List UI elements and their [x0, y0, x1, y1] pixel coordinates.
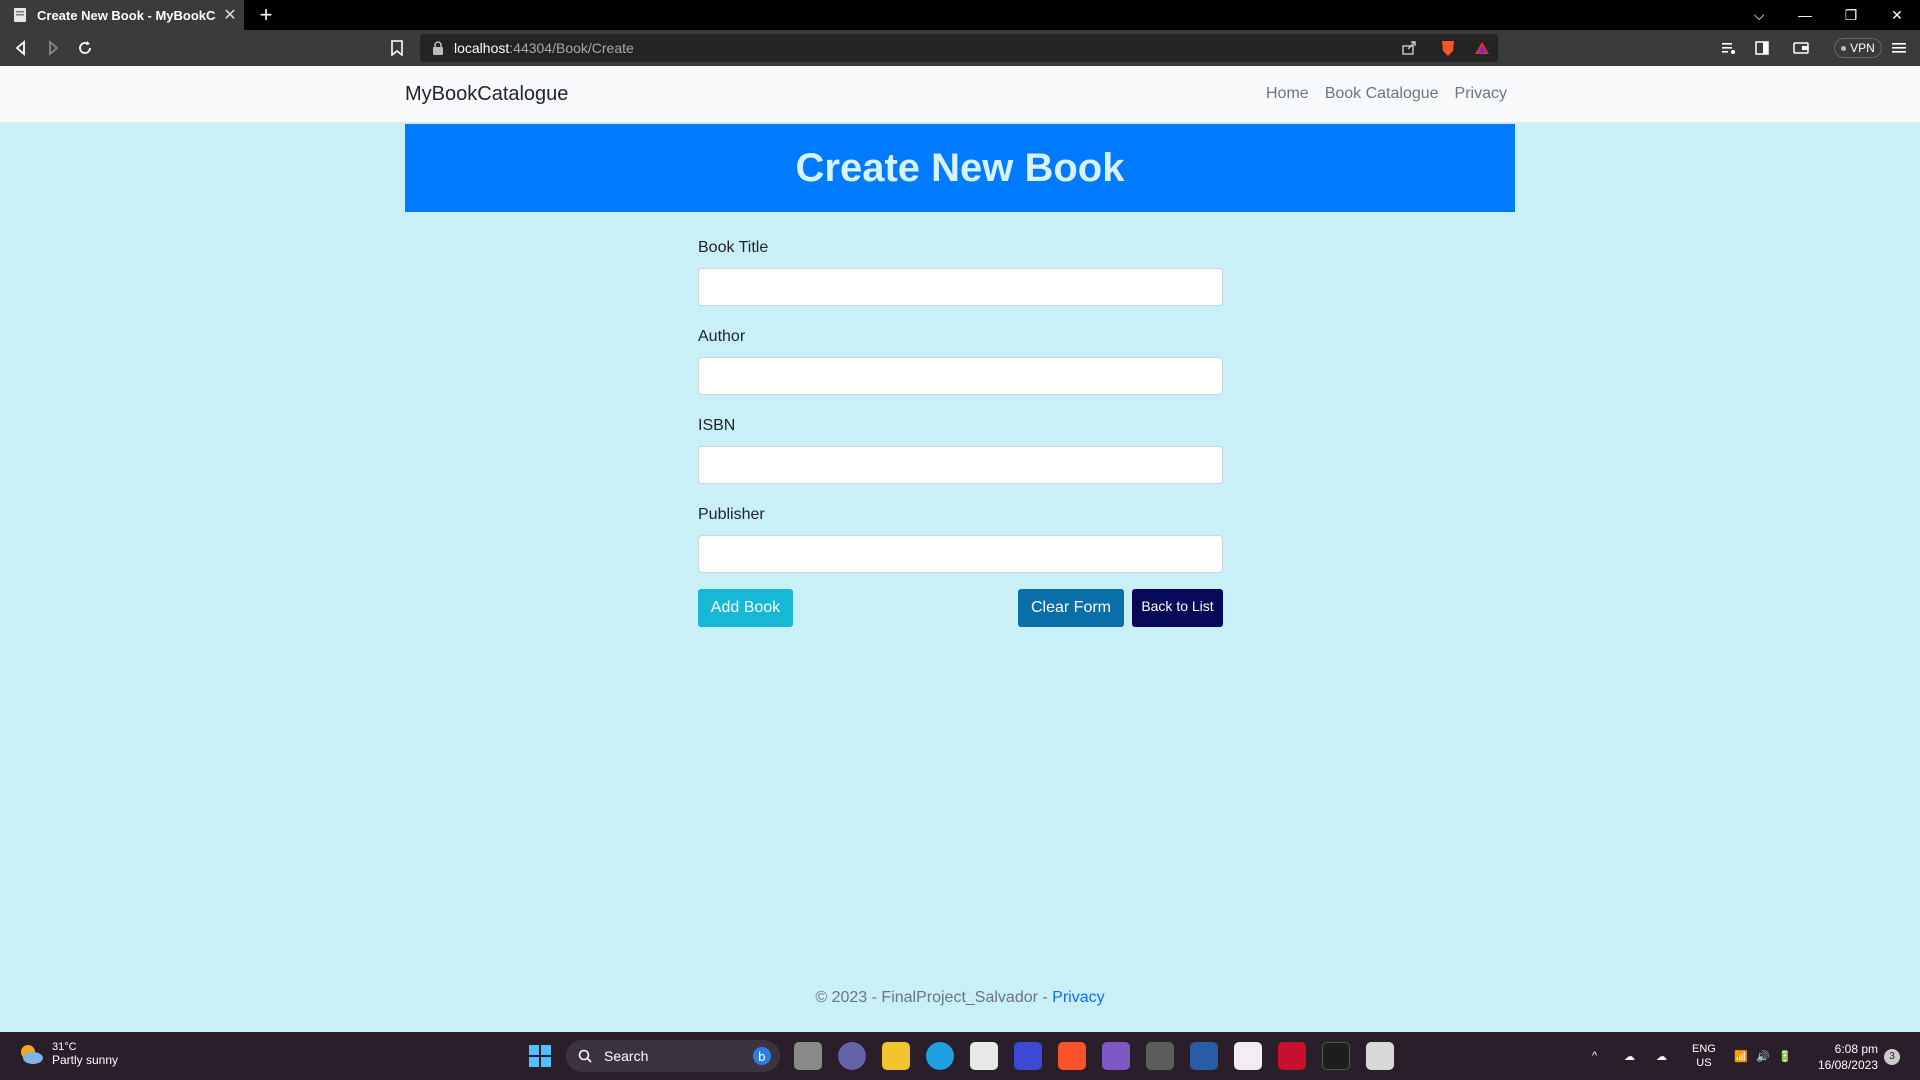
browser-tab-strip: Create New Book - MyBookCatalogue ✕ + ⌵ … — [0, 0, 1920, 30]
author-input[interactable] — [698, 357, 1223, 395]
nav-link-book-catalogue[interactable]: Book Catalogue — [1325, 85, 1439, 103]
page-banner: Create New Book — [405, 124, 1515, 212]
url-path: :44304/Book/Create — [509, 40, 634, 56]
close-tab-icon[interactable]: ✕ — [216, 5, 244, 25]
nav-link-privacy[interactable]: Privacy — [1455, 85, 1507, 103]
weather-temp: 31°C — [52, 1041, 77, 1053]
snipping-tool-icon[interactable] — [1366, 1042, 1394, 1070]
svg-text:b: b — [758, 1050, 766, 1064]
form-group-author: Author — [698, 325, 1223, 395]
battery-icon[interactable]: 🔋 — [1778, 1032, 1792, 1080]
footer-privacy-link[interactable]: Privacy — [1052, 989, 1104, 1006]
footer-copyright: © 2023 - FinalProject_Salvador - — [815, 989, 1053, 1006]
nav-link-home[interactable]: Home — [1266, 85, 1309, 103]
share-icon[interactable] — [1398, 37, 1420, 59]
brave-shields-icon[interactable] — [1437, 37, 1459, 59]
forward-icon[interactable] — [42, 37, 64, 59]
edge-icon[interactable] — [926, 1042, 954, 1070]
partly-sunny-icon — [21, 1045, 43, 1064]
clock-date: 16/08/2023 — [1817, 1058, 1878, 1072]
site-brand[interactable]: MyBookCatalogue — [405, 83, 568, 106]
add-book-button[interactable]: Add Book — [698, 589, 793, 627]
weather-widget[interactable]: 31°C Partly sunny — [18, 1041, 118, 1067]
address-bar[interactable]: localhost:44304/Book/Create — [420, 34, 1498, 62]
clock-time: 6:08 pm — [1834, 1042, 1878, 1056]
lock-icon — [433, 41, 443, 55]
form-group-title: Book Title — [698, 236, 1223, 306]
wifi-icon[interactable]: 📶 — [1734, 1032, 1748, 1080]
browser-toolbar: localhost:44304/Book/Create VPN — [0, 30, 1920, 66]
back-icon[interactable] — [10, 37, 32, 59]
tab-title: Create New Book - MyBookCatalogue — [37, 7, 216, 23]
visual-studio-icon[interactable] — [1102, 1042, 1130, 1070]
book-title-label: Book Title — [698, 239, 769, 256]
publisher-input[interactable] — [698, 535, 1223, 573]
mcafee-icon[interactable] — [1278, 1042, 1306, 1070]
minimize-button[interactable]: — — [1782, 0, 1828, 30]
page-icon — [14, 8, 26, 22]
pen-app-icon[interactable] — [1014, 1042, 1042, 1070]
menu-icon[interactable] — [1888, 37, 1910, 59]
form-group-publisher: Publisher — [698, 503, 1223, 573]
search-label: Search — [604, 1048, 649, 1064]
book-title-input[interactable] — [698, 268, 1223, 306]
new-tab-button[interactable]: + — [254, 2, 278, 28]
onedrive-icon[interactable]: ☁ — [1624, 1032, 1635, 1080]
create-book-form: Book Title Author ISBN Publisher Add Boo… — [698, 236, 1223, 629]
isbn-input[interactable] — [698, 446, 1223, 484]
word-icon[interactable] — [1190, 1042, 1218, 1070]
weather-condition: Partly sunny — [52, 1053, 119, 1067]
url-host: localhost — [454, 40, 510, 56]
start-icon[interactable] — [526, 1042, 554, 1070]
reload-icon[interactable] — [74, 37, 96, 59]
wallet-icon[interactable] — [1790, 37, 1812, 59]
back-to-list-button[interactable]: Back to List — [1132, 589, 1223, 627]
nav-links: Home Book Catalogue Privacy — [1266, 85, 1507, 103]
page-title: Create New Book — [795, 145, 1125, 190]
task-view-icon[interactable] — [794, 1042, 822, 1070]
microsoft-store-icon[interactable] — [970, 1042, 998, 1070]
notification-badge[interactable]: 3 — [1884, 1049, 1900, 1065]
unity-icon[interactable] — [1146, 1042, 1174, 1070]
terminal-icon[interactable] — [1322, 1042, 1350, 1070]
lang-secondary: US — [1696, 1057, 1712, 1069]
onedrive-business-icon[interactable]: ☁ — [1656, 1032, 1667, 1080]
lang-primary: ENG — [1692, 1043, 1716, 1055]
taskbar-search[interactable]: Search b — [566, 1040, 780, 1072]
vpn-label: VPN — [1850, 41, 1875, 55]
form-actions: Add Book Clear Form Back to List — [698, 589, 1223, 629]
language-indicator[interactable]: ENG US — [1692, 1032, 1716, 1080]
bing-icon: b — [753, 1047, 771, 1065]
site-navbar: MyBookCatalogue Home Book Catalogue Priv… — [0, 66, 1920, 123]
close-window-button[interactable]: ✕ — [1874, 0, 1920, 30]
volume-icon[interactable]: 🔊 — [1756, 1032, 1770, 1080]
clear-form-button[interactable]: Clear Form — [1018, 589, 1124, 627]
browser-tab-active[interactable]: Create New Book - MyBookCatalogue ✕ — [0, 0, 244, 30]
bookmark-icon[interactable] — [386, 37, 408, 59]
brave-browser-icon[interactable] — [1058, 1042, 1086, 1070]
playlist-icon[interactable] — [1718, 37, 1740, 59]
publisher-label: Publisher — [698, 506, 765, 523]
search-icon — [578, 1049, 592, 1063]
file-explorer-icon[interactable] — [882, 1042, 910, 1070]
brave-rewards-icon[interactable] — [1471, 37, 1493, 59]
vpn-status-icon — [1841, 45, 1847, 51]
tab-search-icon[interactable]: ⌵ — [1736, 0, 1782, 30]
teams-chat-icon[interactable] — [838, 1042, 866, 1070]
vpn-button[interactable]: VPN — [1834, 38, 1882, 58]
restore-button[interactable]: ❐ — [1828, 0, 1874, 30]
sidebar-icon[interactable] — [1751, 37, 1773, 59]
author-label: Author — [698, 328, 746, 345]
notion-icon[interactable] — [1234, 1042, 1262, 1070]
isbn-label: ISBN — [698, 417, 736, 434]
site-footer: © 2023 - FinalProject_Salvador - Privacy — [0, 963, 1920, 1032]
system-clock[interactable]: 6:08 pm 16/08/2023 — [1810, 1041, 1878, 1073]
show-hidden-icons-icon[interactable]: ^ — [1592, 1032, 1597, 1080]
form-group-isbn: ISBN — [698, 414, 1223, 484]
windows-taskbar: 31°C Partly sunny Search b ^ ☁ ☁ ENG US … — [0, 1032, 1920, 1080]
